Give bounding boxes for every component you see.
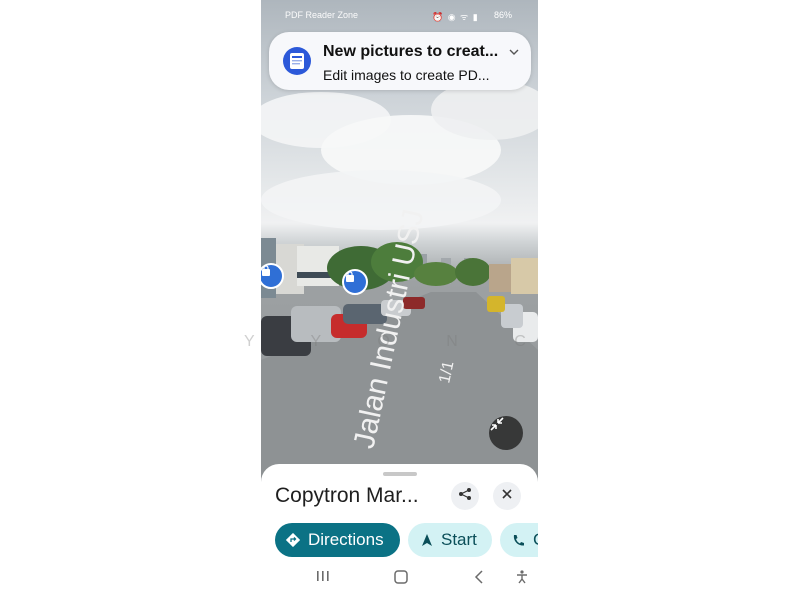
status-app-label: PDF Reader Zone — [285, 10, 359, 20]
accessibility-icon[interactable] — [516, 570, 528, 584]
close-icon — [501, 487, 513, 505]
recent-apps-icon[interactable] — [316, 570, 330, 582]
map-pin-shopping-icon[interactable] — [342, 269, 368, 295]
close-button[interactable] — [493, 482, 521, 510]
phone-icon — [512, 534, 525, 547]
home-icon[interactable] — [394, 570, 408, 584]
start-label: Start — [441, 530, 477, 549]
notification-title: New pictures to creat... — [323, 43, 499, 60]
directions-button[interactable]: Directions — [275, 523, 400, 557]
back-icon[interactable] — [474, 570, 484, 584]
call-label: C — [533, 530, 538, 550]
system-navigation-bar — [261, 566, 538, 594]
place-title: Copytron Mar... — [275, 484, 419, 507]
pdf-document-icon — [283, 47, 311, 75]
start-button[interactable]: Start — [408, 523, 492, 557]
phone-screen: Jalan Industri USJ 1/1 PDF Reader Zone ⏰… — [261, 0, 538, 600]
navigation-arrow-icon — [421, 533, 433, 547]
notification-card[interactable]: New pictures to creat... Edit images to … — [269, 32, 531, 90]
call-button[interactable]: C — [500, 523, 538, 557]
notification-body: Edit images to create PD... — [323, 67, 490, 83]
collapse-streetview-button[interactable] — [489, 416, 523, 450]
status-bar: PDF Reader Zone ⏰ ◉ ᯤ ▮ 86% — [261, 8, 538, 24]
directions-icon — [286, 533, 300, 547]
status-icons: ⏰ ◉ ᯤ ▮ — [432, 12, 479, 22]
battery-level: 86% — [493, 10, 512, 20]
watermark-text: Y Y O N C — [244, 333, 552, 350]
share-button[interactable] — [451, 482, 479, 510]
chevron-down-icon[interactable] — [509, 45, 519, 59]
directions-label: Directions — [308, 530, 384, 549]
sheet-drag-handle[interactable] — [383, 472, 417, 476]
share-icon — [458, 487, 472, 506]
